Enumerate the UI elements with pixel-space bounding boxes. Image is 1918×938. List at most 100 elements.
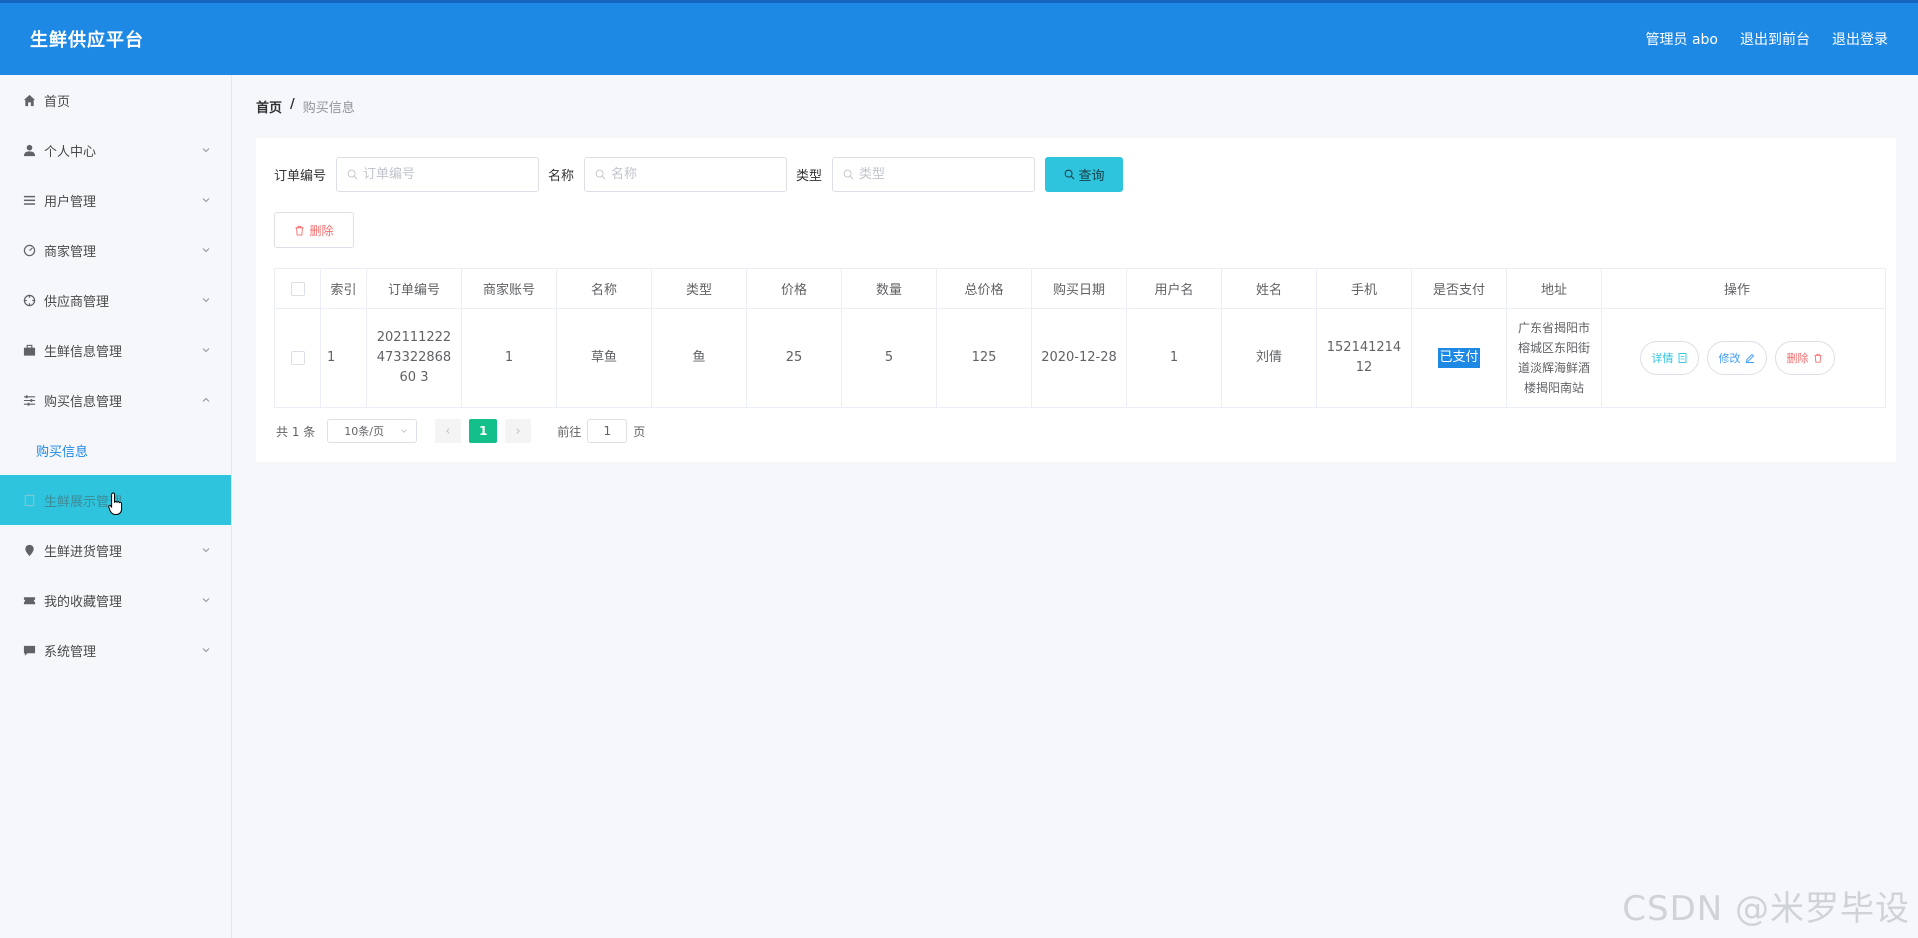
type-field[interactable] [832,157,1036,192]
cell-merchant: 1 [462,309,557,407]
cell-type: 鱼 [652,309,747,407]
search-form: 订单编号 名称 类型 查询 [274,157,1124,192]
sidebar-item-label: 个人中心 [44,144,97,160]
column-header: 用户名 [1127,269,1222,308]
sidebar-item-label: 用户管理 [44,194,97,210]
chevron-down-icon [202,198,210,203]
cell-phone: 15214121412 [1317,309,1412,407]
sidebar-item-fresh-info[interactable]: 生鲜信息管理 [0,325,231,375]
page-size-select[interactable]: 10条/页 [327,419,418,443]
order-no-label: 订单编号 [274,169,327,184]
column-header: 订单编号 [367,269,462,308]
prev-page-button[interactable] [435,419,462,443]
cell-total: 125 [937,309,1032,407]
sidebar-item-label: 系统管理 [44,644,97,660]
sidebar-item-merchants[interactable]: 商家管理 [0,225,231,275]
sidebar-item-home[interactable]: 首页 [0,75,231,125]
column-header: 类型 [652,269,747,308]
pagination-total: 共 1 条 [276,424,316,439]
chevron-down-icon [202,298,210,303]
app-title: 生鲜供应平台 [30,30,144,51]
table-row: 1 20211122247332286860 3 1 草鱼 鱼 25 5 125… [275,309,1885,407]
delete-button[interactable]: 删除 [1774,341,1835,375]
chevron-down-icon [202,348,210,353]
page-number-current[interactable]: 1 [469,419,498,443]
chevron-left-icon [446,428,450,434]
sidebar-item-label: 购买信息管理 [44,394,123,410]
top-right-links: 管理员 abo 退出到前台 退出登录 [1646,29,1888,49]
batch-delete-button[interactable]: 删除 [274,212,354,248]
purchase-table: 索引 订单编号 商家账号 名称 类型 价格 数量 总价格 购买日期 用户名 姓名… [274,268,1886,408]
order-no-field[interactable] [336,157,540,192]
odometer-icon [22,243,36,257]
ticket-icon [22,593,36,607]
sidebar-item-suppliers[interactable]: 供应商管理 [0,275,231,325]
pagination: 共 1 条 10条/页 1 前往 页 [276,419,645,443]
column-header: 名称 [557,269,652,308]
row-checkbox[interactable] [290,351,305,365]
next-page-button[interactable] [505,419,532,443]
goto-suffix: 页 [633,424,646,439]
chevron-up-icon [202,397,210,402]
chevron-down-icon [202,148,210,153]
type-input[interactable] [859,167,1020,182]
document-icon [1678,353,1686,363]
document-icon [22,493,36,507]
name-input[interactable] [611,167,772,182]
home-icon [22,93,36,107]
goto-page-input[interactable] [587,419,628,443]
goto-prefix: 前往 [557,424,582,439]
column-header: 索引 [321,269,367,308]
cell-qty: 5 [842,309,937,407]
query-button[interactable]: 查询 [1045,157,1124,192]
trash-icon [1813,353,1822,363]
column-header: 价格 [747,269,842,308]
breadcrumb-separator: / [290,97,295,112]
sidebar-item-system[interactable]: 系统管理 [0,625,231,675]
sidebar-item-fresh-stock[interactable]: 生鲜进货管理 [0,525,231,575]
sliders-icon [22,393,36,407]
content-panel: 订单编号 名称 类型 查询 删除 [256,138,1896,462]
sidebar-item-profile[interactable]: 个人中心 [0,125,231,175]
user-icon [22,143,36,157]
exit-to-front-link[interactable]: 退出到前台 [1740,29,1810,49]
sidebar-item-favorites[interactable]: 我的收藏管理 [0,575,231,625]
sidebar-item-users[interactable]: 用户管理 [0,175,231,225]
sidebar-item-purchase-mgmt[interactable]: 购买信息管理 [0,375,231,425]
order-no-input[interactable] [363,167,524,182]
sidebar-item-label: 商家管理 [44,244,97,260]
batch-delete-label: 删除 [309,223,334,238]
row-select-cell [275,309,321,407]
top-navbar: 生鲜供应平台 管理员 abo 退出到前台 退出登录 [0,0,1918,75]
type-label: 类型 [796,169,823,184]
edit-button[interactable]: 修改 [1706,341,1767,375]
chevron-down-icon [202,598,210,603]
table-header: 索引 订单编号 商家账号 名称 类型 价格 数量 总价格 购买日期 用户名 姓名… [275,269,1885,309]
column-header: 操作 [1723,283,1750,298]
cell-actions: 详情 修改 删除 [1602,309,1872,407]
pin-icon [22,543,36,557]
name-label: 名称 [548,169,575,184]
detail-button[interactable]: 详情 [1639,341,1699,375]
column-header: 总价格 [937,269,1032,308]
column-header: 商家账号 [462,269,557,308]
hand-cursor-icon [108,492,123,515]
edit-label: 修改 [1718,353,1741,365]
breadcrumb-home[interactable]: 首页 [256,97,282,116]
chat-icon [22,643,36,657]
column-header: 地址 [1507,269,1602,308]
sidebar-item-label: 供应商管理 [44,294,110,310]
search-icon [1064,169,1074,180]
name-field[interactable] [584,157,788,192]
sidebar-subitem-purchase-info[interactable]: 购买信息 [0,425,231,475]
sidebar-item-label: 生鲜信息管理 [44,344,123,360]
cell-address: 广东省揭阳市榕城区东阳街道淡辉海鲜酒楼揭阳南站 [1507,309,1602,407]
chevron-down-icon [202,648,210,653]
watermark-text: CSDN @米罗毕设 [1622,889,1910,929]
admin-name: 管理员 abo [1645,32,1718,48]
suitcase-icon [22,343,36,357]
column-header: 数量 [842,269,937,308]
logout-link[interactable]: 退出登录 [1832,29,1888,49]
select-all-checkbox[interactable] [290,281,305,296]
main-content: 首页 / 购买信息 订单编号 名称 类型 查询 [232,75,1918,938]
